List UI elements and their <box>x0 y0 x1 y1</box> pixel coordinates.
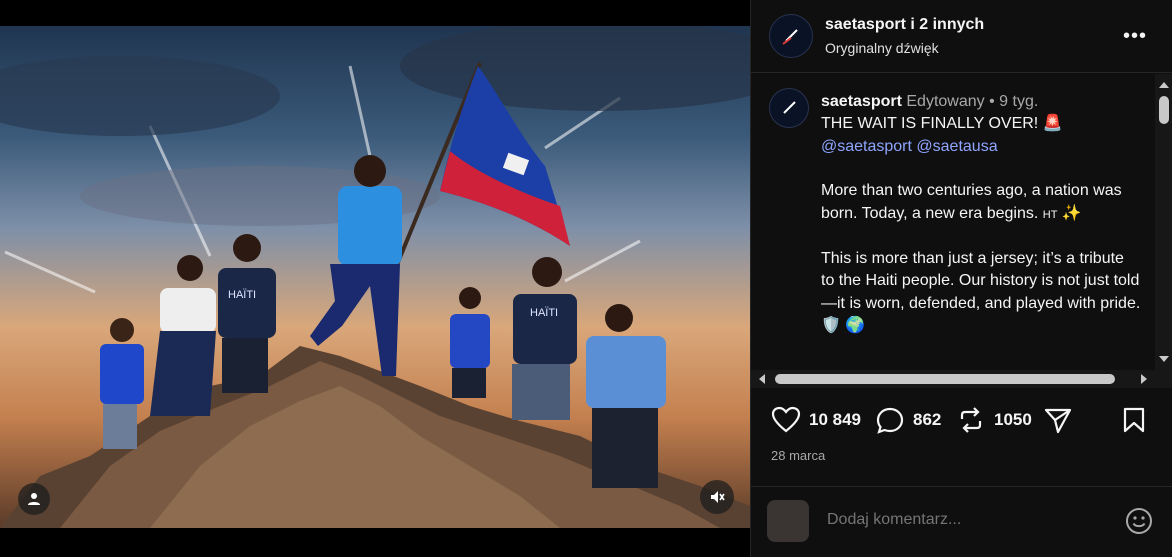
header-title[interactable]: saetasport i 2 innych <box>825 16 984 34</box>
siren-emoji: 🚨 <box>1042 115 1063 133</box>
media-pane: HAÏTI HAÏTI <box>0 0 750 557</box>
vertical-scrollbar[interactable] <box>1155 74 1172 370</box>
mute-button[interactable] <box>700 480 734 514</box>
tagged-users-button[interactable] <box>18 483 50 515</box>
mention-link[interactable]: @saetasport <box>821 138 912 155</box>
haiti-flag-emoji: HT <box>1042 208 1058 221</box>
caption-headline: THE WAIT IS FINALLY OVER! <box>821 115 1039 133</box>
comment-input[interactable] <box>827 511 1077 529</box>
shield-emoji: 🛡️ <box>821 317 841 335</box>
share-button[interactable] <box>1043 406 1073 434</box>
globe-emoji: 🌍 <box>845 317 866 335</box>
repost-count[interactable]: 1050 <box>994 410 1032 430</box>
comment-button[interactable]: 862 <box>875 406 941 434</box>
comment-count[interactable]: 862 <box>913 410 941 430</box>
scroll-left-icon[interactable] <box>753 370 771 388</box>
audio-label[interactable]: Oryginalny dźwięk <box>825 40 984 56</box>
comment-icon <box>876 407 904 434</box>
caption-scroll-area[interactable]: saetasport Edytowany • 9 tyg. THE WAIT I… <box>751 74 1155 370</box>
horizontal-scrollbar[interactable] <box>751 370 1155 388</box>
svg-text:HAÏTI: HAÏTI <box>228 289 256 301</box>
caption-author-avatar[interactable] <box>769 88 809 128</box>
post-side-panel: saetasport i 2 innych Oryginalny dźwięk … <box>750 0 1172 557</box>
mute-icon <box>711 491 725 503</box>
post-viewer: HAÏTI HAÏTI saetasport i 2 innych Orygin… <box>0 0 1172 557</box>
saeta-logo-icon <box>782 29 798 45</box>
post-age: 9 tyg. <box>999 93 1039 110</box>
author-avatar[interactable] <box>769 14 813 58</box>
scroll-right-icon[interactable] <box>1135 370 1153 388</box>
send-icon <box>1044 408 1072 434</box>
svg-text:HAÏTI: HAÏTI <box>530 307 558 319</box>
like-count[interactable]: 10 849 <box>809 410 861 430</box>
edited-label: Edytowany <box>906 93 985 110</box>
post-photo[interactable]: HAÏTI HAÏTI <box>0 26 750 528</box>
vertical-scroll-thumb[interactable] <box>1159 96 1169 124</box>
comment-composer <box>751 486 1172 557</box>
horizontal-scroll-thumb[interactable] <box>775 374 1115 384</box>
like-button[interactable]: 10 849 <box>771 406 861 434</box>
scroll-down-icon[interactable] <box>1155 350 1172 368</box>
meta-separator: • <box>989 93 995 110</box>
bookmark-icon <box>1123 407 1145 433</box>
photo-scene: HAÏTI HAÏTI <box>0 26 750 528</box>
mention-link[interactable]: @saetausa <box>916 138 997 155</box>
emoji-button[interactable] <box>1125 507 1153 540</box>
scroll-up-icon[interactable] <box>1155 76 1172 94</box>
sparkles-emoji: ✨ <box>1061 204 1082 222</box>
user-tag-icon <box>28 493 40 505</box>
post-header: saetasport i 2 innych Oryginalny dźwięk … <box>751 0 1172 73</box>
scrollbar-corner <box>1155 370 1172 388</box>
caption-username[interactable]: saetasport <box>821 93 902 110</box>
saeta-logo-icon <box>783 101 796 114</box>
caption-paragraph-2: This is more than just a jersey; it’s a … <box>821 250 1141 312</box>
more-options-button[interactable]: ••• <box>1123 25 1147 48</box>
current-user-avatar <box>767 500 809 542</box>
repost-icon <box>960 407 982 433</box>
heart-icon <box>771 406 801 433</box>
emoji-icon <box>1126 508 1152 534</box>
post-date[interactable]: 28 marca <box>771 448 825 463</box>
save-button[interactable] <box>1121 406 1147 434</box>
caption-text: saetasport Edytowany • 9 tyg. THE WAIT I… <box>821 91 1141 338</box>
repost-button[interactable]: 1050 <box>956 406 1032 434</box>
